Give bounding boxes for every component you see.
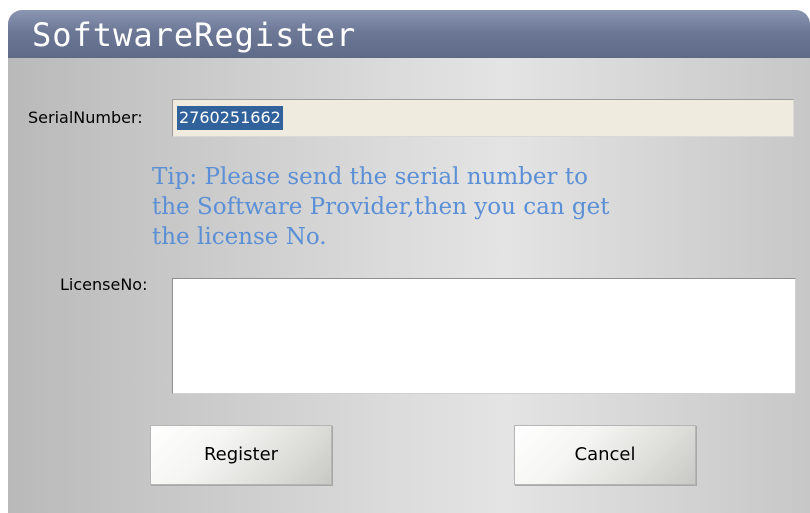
title-bar[interactable]: SoftwareRegister (8, 10, 810, 58)
cancel-button[interactable]: Cancel (514, 425, 696, 485)
license-number-input[interactable] (172, 278, 796, 394)
window-title: SoftwareRegister (32, 16, 357, 54)
serial-number-value[interactable]: 2760251662 (177, 106, 283, 130)
register-button[interactable]: Register (150, 425, 332, 485)
serial-number-label: SerialNumber: (28, 108, 143, 127)
tip-text: Tip: Please send the serial number to th… (152, 164, 610, 250)
serial-number-field[interactable]: 2760251662 (172, 99, 794, 137)
license-number-label: LicenseNo: (60, 275, 148, 294)
register-dialog: SoftwareRegister SerialNumber: 276025166… (8, 10, 810, 513)
